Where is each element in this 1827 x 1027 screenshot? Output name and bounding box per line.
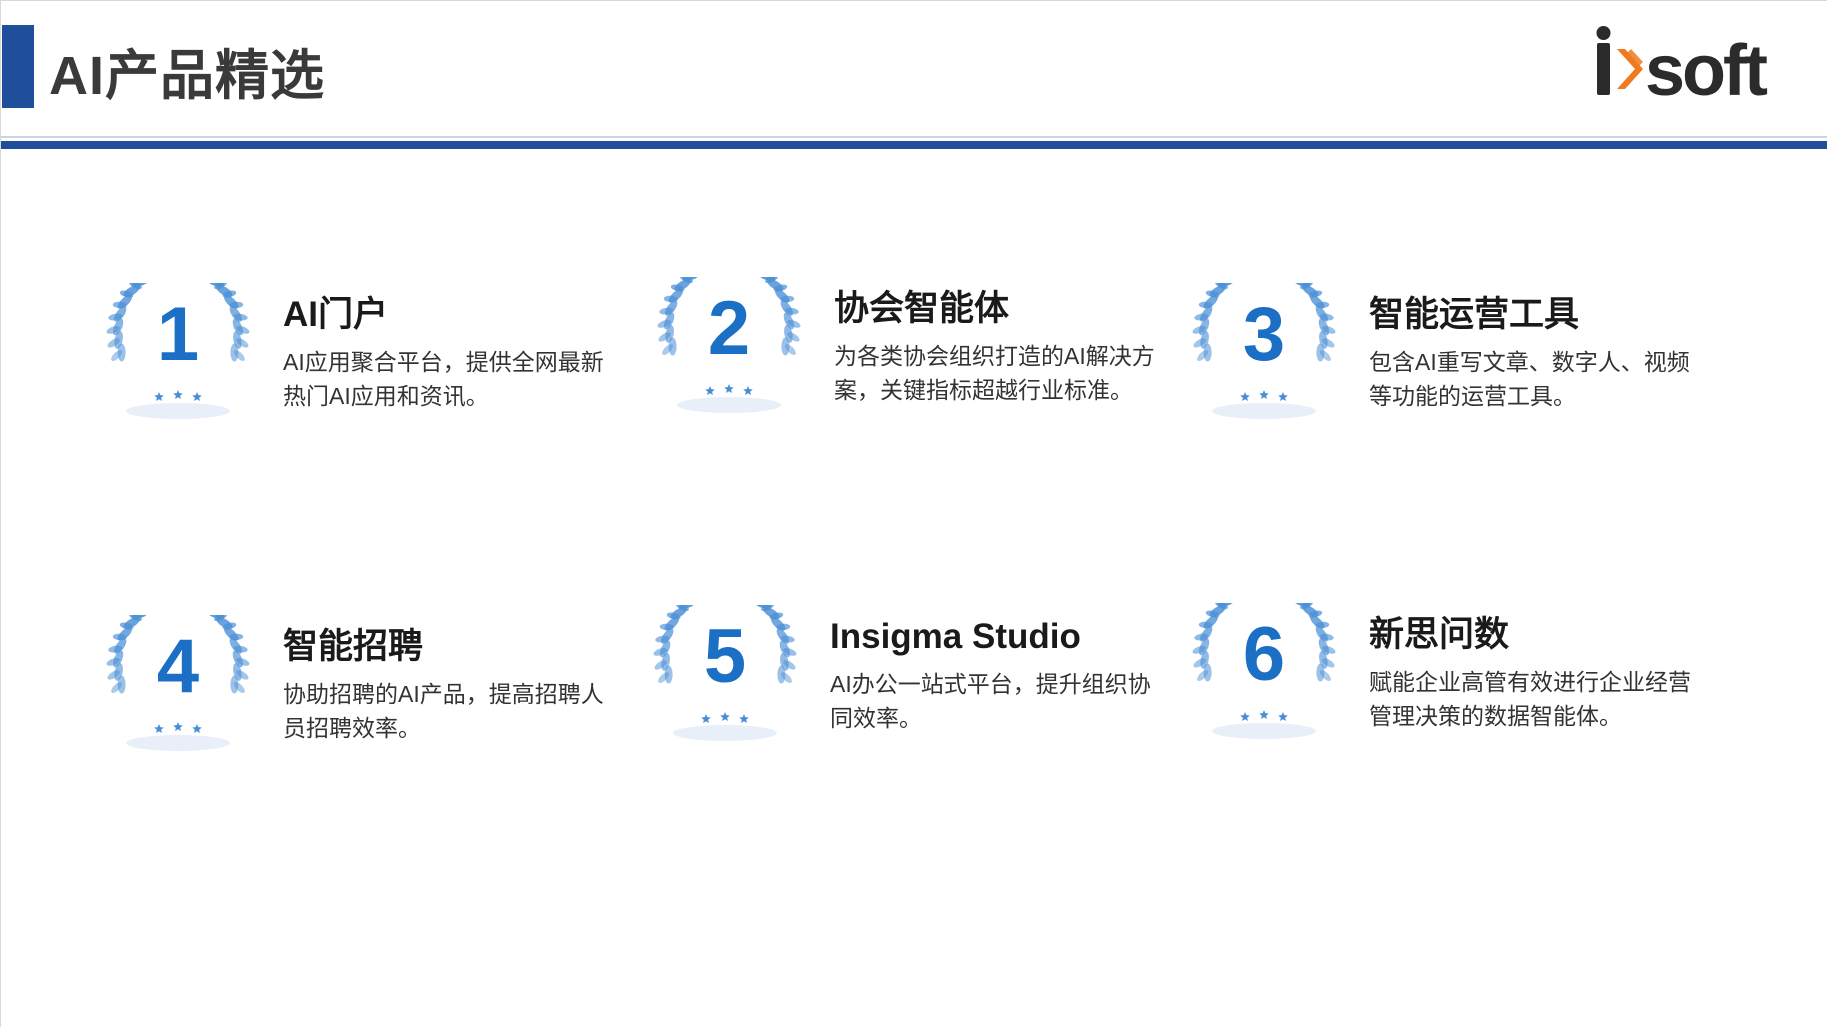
product-card-1: 1 AI门户 AI应用聚合平台，提供全网最新热门AI应用和资讯。 [93, 283, 633, 453]
card-description: 协助招聘的AI产品，提高招聘人员招聘效率。 [283, 681, 604, 741]
slide: AI产品精选 soft 1 AI门户 AI应用聚合平台，提供全网最新热门AI应用… [0, 0, 1827, 1027]
header-rule-light [1, 136, 1827, 138]
card-title: 协会智能体 [834, 289, 1010, 328]
card-title: 新思问数 [1369, 615, 1510, 654]
card-title: 智能招聘 [283, 627, 424, 666]
laurel-badge-icon: 5 [640, 605, 810, 775]
card-description: AI办公一站式平台，提升组织协同效率。 [830, 671, 1151, 731]
laurel-badge-icon: 3 [1179, 283, 1349, 453]
badge-number: 4 [156, 624, 200, 709]
product-card-6: 6 新思问数 赋能企业高管有效进行企业经营管理决策的数据智能体。 [1179, 603, 1719, 773]
product-card-4: 4 智能招聘 协助招聘的AI产品，提高招聘人员招聘效率。 [93, 615, 633, 785]
badge-number: 2 [707, 286, 751, 371]
laurel-badge-icon: 4 [93, 615, 263, 785]
badge-number: 3 [1242, 292, 1286, 377]
company-logo: soft [1587, 25, 1787, 111]
laurel-badge-icon: 2 [644, 277, 814, 447]
card-description: 包含AI重写文章、数字人、视频等功能的运营工具。 [1369, 349, 1690, 409]
title-accent-bar [2, 25, 34, 108]
card-description: AI应用聚合平台，提供全网最新热门AI应用和资讯。 [283, 349, 604, 409]
card-description: 赋能企业高管有效进行企业经营管理决策的数据智能体。 [1369, 669, 1691, 729]
badge-number: 6 [1242, 612, 1286, 697]
card-title: Insigma Studio [830, 617, 1081, 656]
page-title: AI产品精选 [49, 46, 325, 106]
card-description: 为各类协会组织打造的AI解决方案，关键指标超越行业标准。 [834, 343, 1155, 403]
product-card-3: 3 智能运营工具 包含AI重写文章、数字人、视频等功能的运营工具。 [1179, 283, 1719, 453]
product-card-2: 2 协会智能体 为各类协会组织打造的AI解决方案，关键指标超越行业标准。 [644, 277, 1184, 447]
laurel-badge-icon: 6 [1179, 603, 1349, 773]
laurel-badge-icon: 1 [93, 283, 263, 453]
card-title: 智能运营工具 [1369, 295, 1580, 334]
badge-number: 1 [156, 292, 200, 377]
header-rule [1, 141, 1827, 149]
product-card-5: 5 Insigma Studio AI办公一站式平台，提升组织协同效率。 [640, 605, 1180, 775]
badge-number: 5 [703, 614, 747, 699]
card-title: AI门户 [283, 295, 389, 334]
logo-text: soft [1645, 31, 1768, 100]
